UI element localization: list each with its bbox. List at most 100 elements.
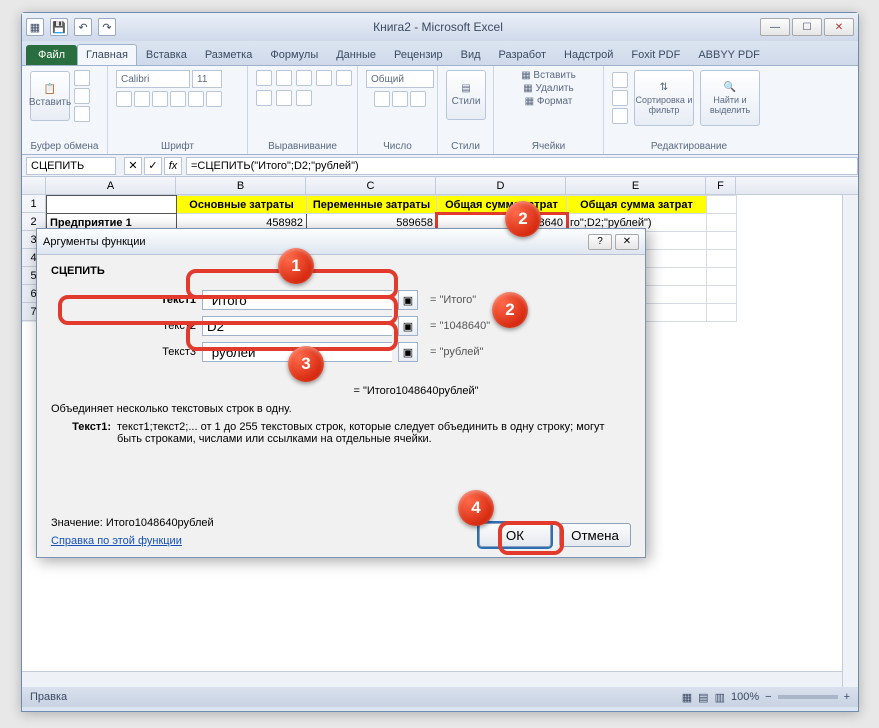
fill-color-icon[interactable] [188, 91, 204, 107]
col-header-d[interactable]: D [436, 177, 566, 194]
sort-icon: ⇅ [660, 82, 668, 93]
underline-icon[interactable] [152, 91, 168, 107]
range-selector-icon[interactable]: ▣ [398, 316, 418, 336]
arg-label-3: Текст3 [51, 346, 196, 358]
close-button[interactable]: ✕ [824, 18, 854, 36]
zoom-in-button[interactable]: + [844, 691, 850, 703]
align-center-icon[interactable] [256, 90, 272, 106]
zoom-level[interactable]: 100% [731, 691, 759, 703]
font-name-combo[interactable]: Calibri [116, 70, 190, 88]
col-header-e[interactable]: E [566, 177, 706, 194]
tab-data[interactable]: Данные [327, 44, 385, 65]
cell-e1[interactable]: Общая сумма затрат [567, 196, 707, 214]
format-cells-button[interactable]: ▦ Формат [525, 96, 573, 107]
copy-icon[interactable] [74, 88, 90, 104]
fill-icon[interactable] [612, 90, 628, 106]
callout-2-arg: 2 [492, 292, 528, 328]
dialog-help-button[interactable]: ? [588, 234, 612, 250]
cancel-edit-icon[interactable]: ✕ [124, 157, 142, 175]
cell-b1[interactable]: Основные затраты [177, 196, 307, 214]
zoom-slider[interactable] [778, 695, 838, 699]
dialog-close-button[interactable]: ✕ [615, 234, 639, 250]
align-right-icon[interactable] [276, 90, 292, 106]
range-selector-icon[interactable]: ▣ [398, 290, 418, 310]
quick-access-toolbar: ▦ 💾 ↶ ↷ [26, 18, 116, 36]
vertical-scrollbar[interactable] [842, 195, 858, 687]
col-header-a[interactable]: A [46, 177, 176, 194]
comma-icon[interactable] [410, 91, 426, 107]
tab-page-layout[interactable]: Разметка [196, 44, 262, 65]
number-format-combo[interactable]: Общий [366, 70, 434, 88]
insert-cells-button[interactable]: ▦ Вставить [521, 70, 576, 81]
tab-review[interactable]: Рецензир [385, 44, 452, 65]
status-bar: Правка ▦ ▤ ▥ 100% − + [22, 687, 858, 707]
tab-abbyy[interactable]: ABBYY PDF [689, 44, 769, 65]
column-headers: A B C D E F [22, 177, 858, 195]
row-header-1[interactable]: 1 [22, 195, 46, 213]
font-size-combo[interactable]: 11 [192, 70, 222, 88]
file-tab[interactable]: Файл [26, 45, 77, 65]
clear-icon[interactable] [612, 108, 628, 124]
sort-filter-button[interactable]: ⇅ Сортировка и фильтр [634, 70, 694, 126]
tab-home[interactable]: Главная [77, 44, 137, 65]
italic-icon[interactable] [134, 91, 150, 107]
dialog-title: Аргументы функции [43, 236, 146, 248]
qat-save-icon[interactable]: 💾 [50, 18, 68, 36]
tab-addins[interactable]: Надстрой [555, 44, 622, 65]
cancel-button[interactable]: Отмена [559, 523, 631, 547]
wrap-text-icon[interactable] [316, 70, 332, 86]
font-color-icon[interactable] [206, 91, 222, 107]
zoom-out-button[interactable]: − [765, 691, 771, 703]
dialog-titlebar[interactable]: Аргументы функции ? ✕ [37, 229, 645, 255]
col-header-b[interactable]: B [176, 177, 306, 194]
merge-icon[interactable] [296, 90, 312, 106]
cell-f2[interactable] [707, 214, 737, 232]
view-normal-icon[interactable]: ▦ [682, 691, 692, 704]
find-select-button[interactable]: 🔍 Найти и выделить [700, 70, 760, 126]
align-mid-icon[interactable] [276, 70, 292, 86]
maximize-button[interactable]: ☐ [792, 18, 822, 36]
align-top-icon[interactable] [256, 70, 272, 86]
styles-button[interactable]: ▤ Стили [446, 70, 486, 120]
bold-icon[interactable] [116, 91, 132, 107]
align-bot-icon[interactable] [296, 70, 312, 86]
col-header-c[interactable]: C [306, 177, 436, 194]
name-box[interactable]: СЦЕПИТЬ [26, 157, 116, 175]
dialog-description: Объединяет несколько текстовых строк в о… [51, 403, 631, 415]
qat-undo-icon[interactable]: ↶ [74, 18, 92, 36]
cell-d1[interactable]: Общая сумма затрат [437, 196, 567, 214]
dialog-arg-help: Текст1: текст1;текст2;... от 1 до 255 те… [51, 421, 631, 445]
horizontal-scrollbar[interactable] [22, 671, 842, 687]
border-icon[interactable] [170, 91, 186, 107]
group-editing: ⇅ Сортировка и фильтр 🔍 Найти и выделить… [604, 66, 774, 154]
tab-foxit[interactable]: Foxit PDF [622, 44, 689, 65]
sum-icon[interactable] [612, 72, 628, 88]
cell-c1[interactable]: Переменные затраты [307, 196, 437, 214]
currency-icon[interactable] [374, 91, 390, 107]
qat-redo-icon[interactable]: ↷ [98, 18, 116, 36]
fx-icon[interactable]: fx [164, 157, 182, 175]
tab-view[interactable]: Вид [452, 44, 490, 65]
ribbon-tabs: Файл Главная Вставка Разметка Формулы Да… [22, 41, 858, 65]
view-break-icon[interactable]: ▥ [715, 691, 725, 704]
cut-icon[interactable] [74, 70, 90, 86]
delete-cells-button[interactable]: ▦ Удалить [523, 83, 573, 94]
select-all-corner[interactable] [22, 177, 46, 194]
view-layout-icon[interactable]: ▤ [698, 691, 708, 704]
tab-developer[interactable]: Разработ [490, 44, 555, 65]
format-painter-icon[interactable] [74, 106, 90, 122]
confirm-edit-icon[interactable]: ✓ [144, 157, 162, 175]
align-left-icon[interactable] [336, 70, 352, 86]
function-help-link[interactable]: Справка по этой функции [51, 535, 214, 547]
cell-a1[interactable] [47, 196, 177, 214]
callout-3: 3 [288, 346, 324, 382]
range-selector-icon[interactable]: ▣ [398, 342, 418, 362]
minimize-button[interactable]: — [760, 18, 790, 36]
tab-formulas[interactable]: Формулы [261, 44, 327, 65]
col-header-f[interactable]: F [706, 177, 736, 194]
formula-input[interactable]: =СЦЕПИТЬ("Итого";D2;"рублей") [186, 157, 858, 175]
percent-icon[interactable] [392, 91, 408, 107]
paste-button[interactable]: 📋 Вставить [30, 71, 70, 121]
tab-insert[interactable]: Вставка [137, 44, 196, 65]
cell-f1[interactable] [707, 196, 737, 214]
